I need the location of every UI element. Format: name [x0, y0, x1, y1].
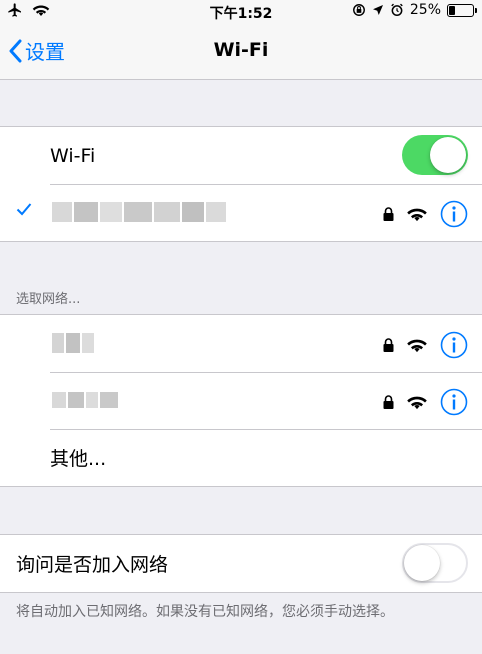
network-row-2[interactable] — [0, 372, 482, 429]
page-title: Wi-Fi — [213, 39, 269, 61]
ask-to-join-label: 询问是否加入网络 — [16, 554, 169, 576]
ask-to-join-footer: 将自动加入已知网络。如果没有已知网络，您必须手动选择。 — [16, 604, 394, 620]
network-1-icons — [383, 331, 468, 359]
connected-network-name-redacted — [52, 202, 226, 222]
wifi-settings-screen: 下午1:52 25% 设置 Wi-Fi Wi-Fi 选取网络... 其他... … — [0, 0, 482, 654]
status-right: 25% — [352, 2, 477, 18]
info-icon[interactable] — [440, 388, 468, 416]
navigation-bar: 设置 Wi-Fi — [0, 22, 482, 80]
choose-network-header: 选取网络... — [16, 292, 81, 307]
ask-to-join-group: 询问是否加入网络 — [0, 534, 482, 593]
network-name-redacted-1 — [52, 333, 94, 353]
lock-icon — [383, 338, 394, 352]
wifi-signal-icon — [407, 396, 427, 410]
connected-network-icons — [383, 200, 468, 228]
networks-group: 其他... — [0, 314, 482, 487]
location-icon — [372, 5, 383, 15]
wifi-label: Wi-Fi — [50, 144, 96, 167]
back-button-label: 设置 — [25, 40, 65, 64]
network-name-redacted-2 — [52, 392, 118, 408]
ask-to-join-row: 询问是否加入网络 — [0, 535, 482, 592]
other-network-label: 其他... — [50, 448, 107, 470]
other-network-row[interactable]: 其他... — [0, 429, 482, 486]
wifi-group: Wi-Fi — [0, 126, 482, 242]
wifi-signal-icon — [407, 339, 427, 353]
back-button[interactable]: 设置 — [8, 36, 65, 65]
checkmark-icon — [16, 203, 32, 216]
wifi-toggle-row: Wi-Fi — [0, 127, 482, 184]
wifi-toggle-knob — [430, 137, 466, 173]
network-2-icons — [383, 388, 468, 416]
battery-fill — [449, 5, 455, 15]
connected-network-row[interactable] — [0, 184, 482, 241]
info-icon[interactable] — [440, 331, 468, 359]
rotation-lock-icon — [352, 4, 365, 16]
status-bar: 下午1:52 25% — [0, 0, 482, 22]
ask-to-join-toggle-knob — [404, 545, 440, 581]
ask-to-join-toggle[interactable] — [402, 543, 468, 583]
network-row-1[interactable] — [0, 315, 482, 372]
lock-icon — [383, 395, 394, 409]
alarm-icon — [391, 3, 403, 17]
battery-icon — [447, 3, 477, 17]
info-icon[interactable] — [440, 200, 468, 228]
chevron-left-icon — [9, 39, 22, 62]
lock-icon — [383, 207, 394, 221]
wifi-toggle[interactable] — [402, 135, 468, 175]
wifi-signal-icon — [407, 208, 427, 222]
battery-percent: 25% — [409, 2, 441, 18]
